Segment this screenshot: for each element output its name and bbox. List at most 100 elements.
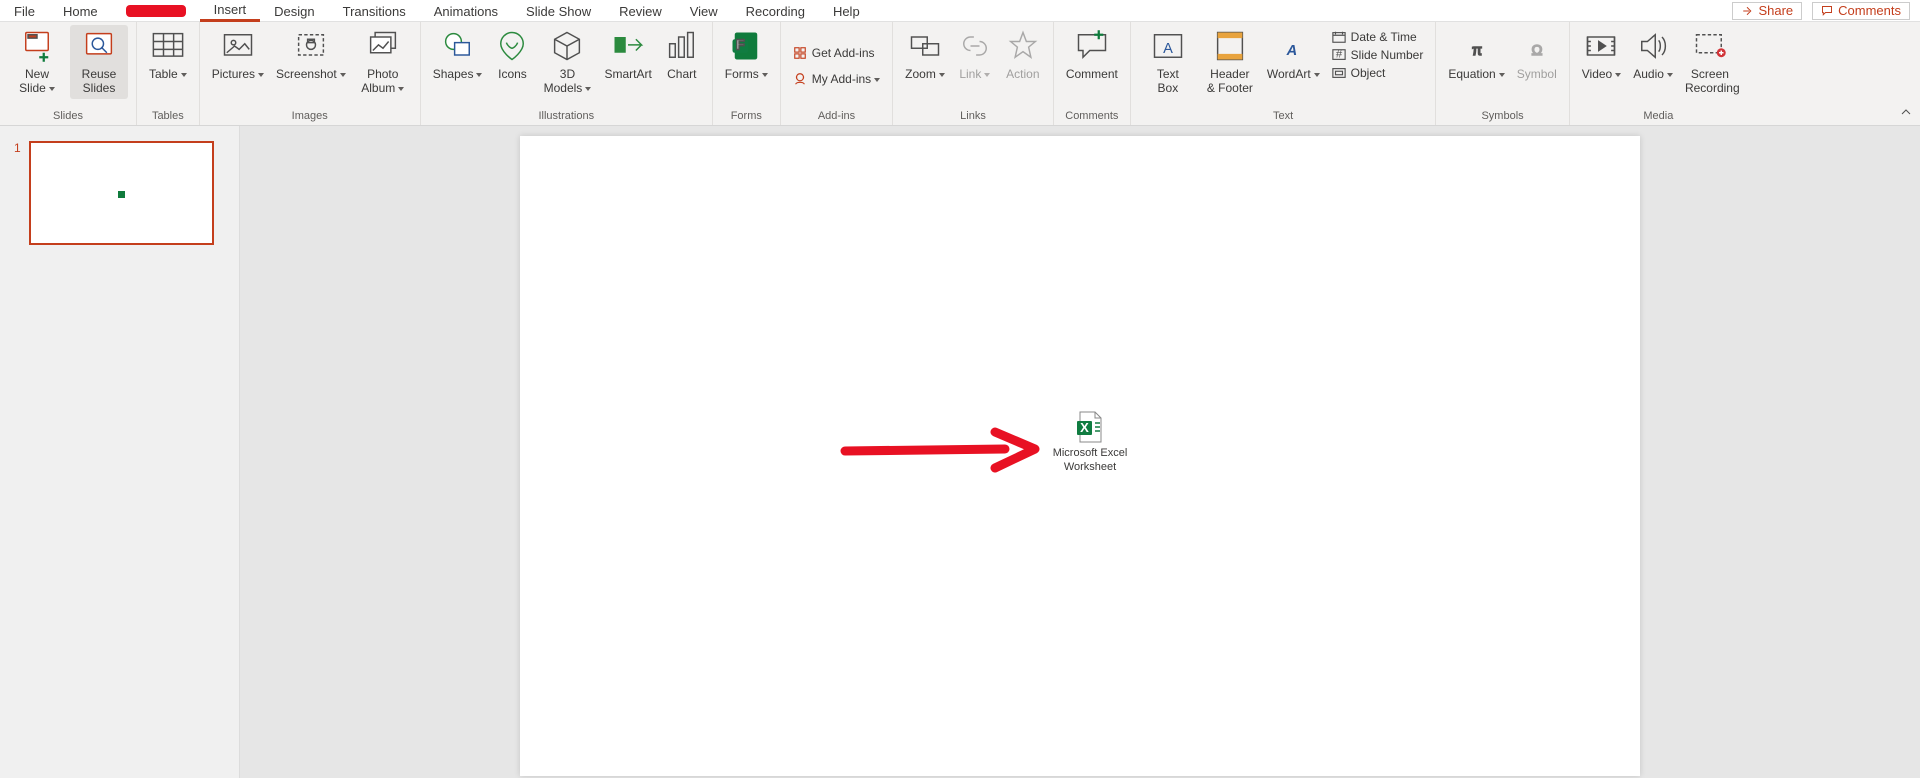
smartart-button[interactable]: SmartArt [600,25,655,85]
pictures-button[interactable]: Pictures [208,25,268,85]
new-slide-button[interactable]: NewSlide [8,25,66,99]
icons-label: Icons [498,68,527,82]
text-box-button[interactable]: A TextBox [1139,25,1197,99]
equation-button[interactable]: π Equation [1444,25,1508,85]
group-forms: F Forms Forms [712,22,780,125]
comments-icon [1821,5,1833,17]
models-label: 3DModels [542,68,592,96]
slide[interactable]: X Microsoft Excel Worksheet [520,136,1640,776]
group-comments-label: Comments [1065,107,1118,125]
smartart-icon [610,28,646,64]
wordart-button[interactable]: A WordArt [1263,25,1324,85]
shapes-button[interactable]: Shapes [429,25,487,85]
group-media-label: Media [1643,107,1673,125]
video-button[interactable]: Video [1578,25,1625,85]
wordart-label: WordArt [1267,68,1320,82]
slide-number-label: Slide Number [1351,48,1424,62]
group-addins: Get Add-ins My Add-ins Add-ins [780,22,892,125]
embedded-excel-object[interactable]: X Microsoft Excel Worksheet [1045,411,1135,475]
icons-icon [494,28,530,64]
action-button[interactable]: Action [1001,25,1045,85]
symbol-icon: Ω [1519,28,1555,64]
group-links: Zoom Link Action Links [892,22,1053,125]
svg-text:A: A [1163,41,1173,57]
svg-text:Ω: Ω [1531,43,1542,59]
work-area: 1 X Microsoft Excel Worksh [0,126,1920,778]
reuse-slides-button[interactable]: ReuseSlides [70,25,128,99]
excel-file-icon: X [1076,411,1104,443]
link-icon [957,28,993,64]
icons-button[interactable]: Icons [490,25,534,85]
audio-icon [1635,28,1671,64]
share-button[interactable]: Share [1732,2,1802,20]
screen-recording-button[interactable]: ScreenRecording [1681,25,1739,99]
thumbnail-object-marker [118,191,125,198]
equation-icon: π [1459,28,1495,64]
tab-design[interactable]: Design [260,0,328,22]
comments-button[interactable]: Comments [1812,2,1910,20]
forms-button[interactable]: F Forms [721,25,772,85]
text-box-label: TextBox [1143,68,1193,96]
group-media: Video Audio ScreenRecording Media [1569,22,1747,125]
tab-recording[interactable]: Recording [732,0,819,22]
table-button[interactable]: Table [145,25,191,85]
audio-button[interactable]: Audio [1629,25,1677,85]
collapse-ribbon-button[interactable] [1900,106,1912,121]
tab-view[interactable]: View [676,0,732,22]
models-button[interactable]: 3DModels [538,25,596,99]
svg-text:A: A [1286,43,1298,59]
annotation-arrow [840,426,1040,476]
tab-file[interactable]: File [0,0,49,22]
screen-recording-icon [1692,28,1728,64]
screen-recording-label: ScreenRecording [1685,68,1735,96]
comment-button[interactable]: Comment [1062,25,1122,85]
tab-home[interactable]: Home [49,0,112,22]
my-addins-button[interactable]: My Add-ins [789,71,884,87]
screenshot-button[interactable]: Screenshot [272,25,350,85]
symbol-button[interactable]: Ω Symbol [1513,25,1561,85]
chart-button[interactable]: Chart [660,25,704,85]
header-footer-button[interactable]: Header& Footer [1201,25,1259,99]
forms-icon: F [728,28,764,64]
group-tables-label: Tables [152,107,184,125]
zoom-button[interactable]: Zoom [901,25,949,85]
link-button[interactable]: Link [953,25,997,85]
tab-transitions[interactable]: Transitions [329,0,420,22]
date-time-button[interactable]: Date & Time [1328,29,1428,45]
tab-slide-show[interactable]: Slide Show [512,0,605,22]
slide-thumbnail-panel[interactable]: 1 [0,126,240,778]
forms-label: Forms [725,68,768,82]
smartart-label: SmartArt [604,68,651,82]
tab-help[interactable]: Help [819,0,874,22]
menu-tabs: File Home Insert Design Transitions Anim… [0,0,1920,22]
group-slides: NewSlide ReuseSlides Slides [0,22,136,125]
slide-number-button[interactable]: # Slide Number [1328,47,1428,63]
my-addins-label: My Add-ins [812,72,880,86]
zoom-label: Zoom [905,68,945,82]
tab-animations[interactable]: Animations [420,0,512,22]
slide-thumbnail-1[interactable]: 1 [14,141,225,245]
tab-review[interactable]: Review [605,0,676,22]
group-symbols-label: Symbols [1481,107,1523,125]
video-icon [1583,28,1619,64]
slide-thumbnail-preview[interactable] [29,141,214,245]
svg-text:F: F [736,37,745,53]
date-time-icon [1332,30,1346,44]
chart-label: Chart [667,68,696,82]
get-addins-label: Get Add-ins [812,46,875,60]
date-time-label: Date & Time [1351,30,1417,44]
zoom-icon [907,28,943,64]
get-addins-icon [793,46,807,60]
link-label: Link [959,68,990,82]
photo-album-label: PhotoAlbum [358,68,408,96]
object-button[interactable]: Object [1328,65,1428,81]
group-tables: Table Tables [136,22,199,125]
group-links-label: Links [960,107,986,125]
slide-canvas-area[interactable]: X Microsoft Excel Worksheet [240,126,1920,778]
header-footer-label: Header& Footer [1205,68,1255,96]
comment-label: Comment [1066,68,1118,82]
photo-album-button[interactable]: PhotoAlbum [354,25,412,99]
get-addins-button[interactable]: Get Add-ins [789,45,879,61]
chart-icon [664,28,700,64]
tab-insert[interactable]: Insert [200,0,261,22]
